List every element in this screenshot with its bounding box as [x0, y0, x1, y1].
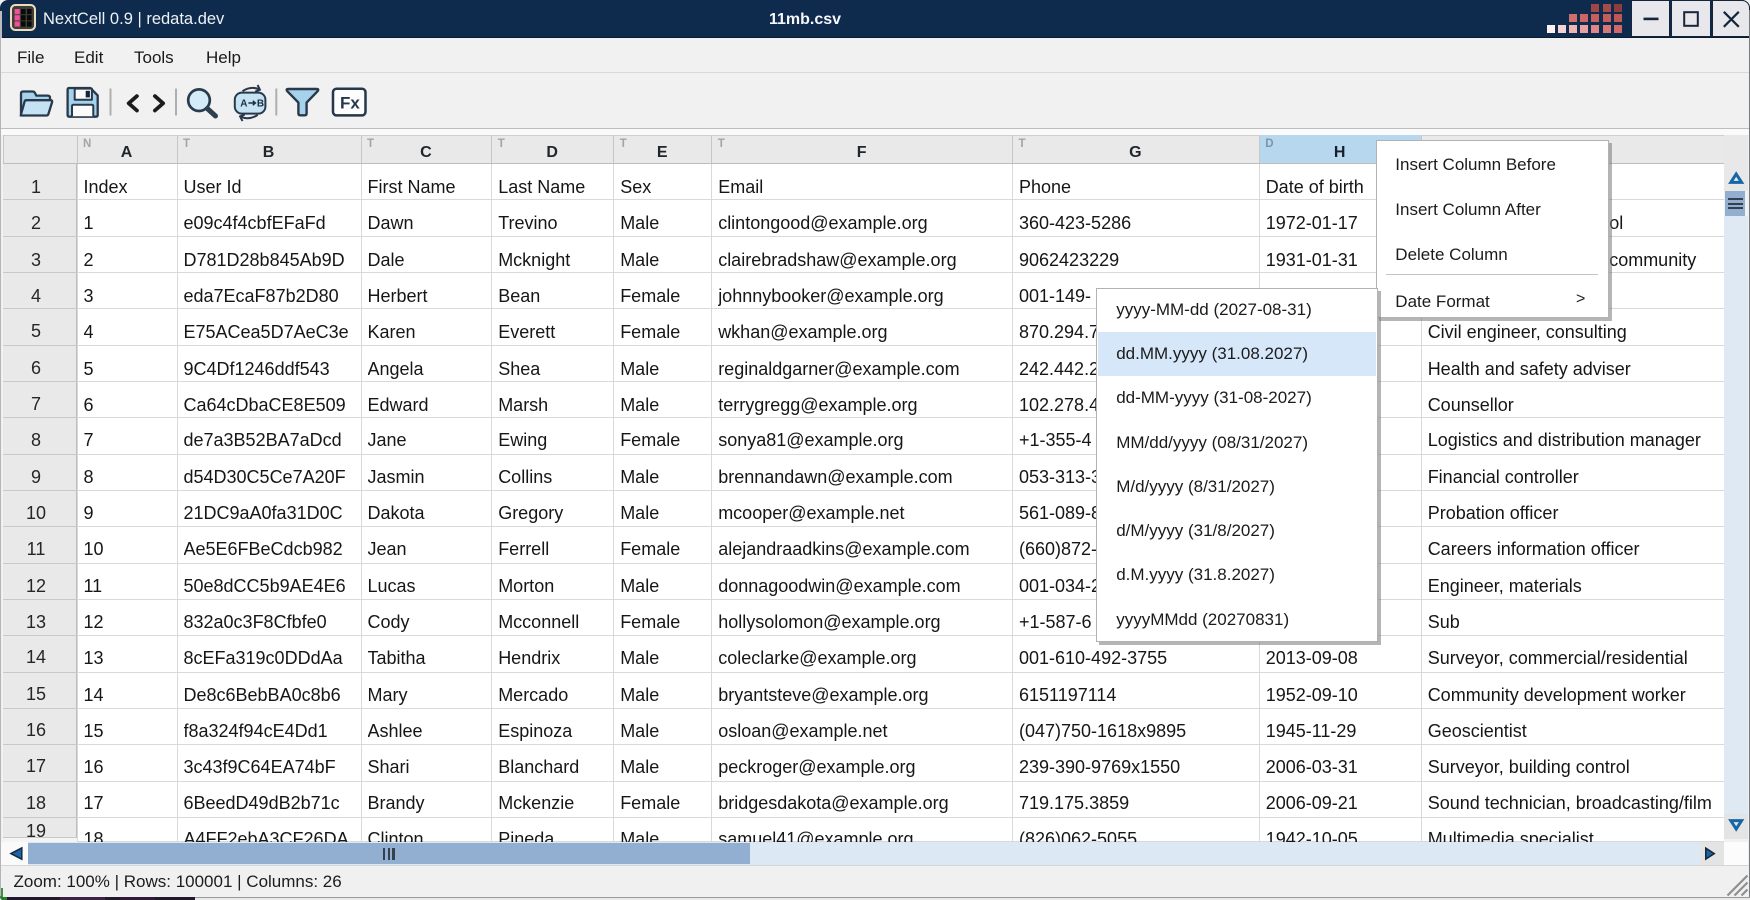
- svg-text:Fx: Fx: [340, 93, 360, 112]
- svg-text:A: A: [240, 98, 247, 109]
- svg-text:B: B: [257, 98, 264, 109]
